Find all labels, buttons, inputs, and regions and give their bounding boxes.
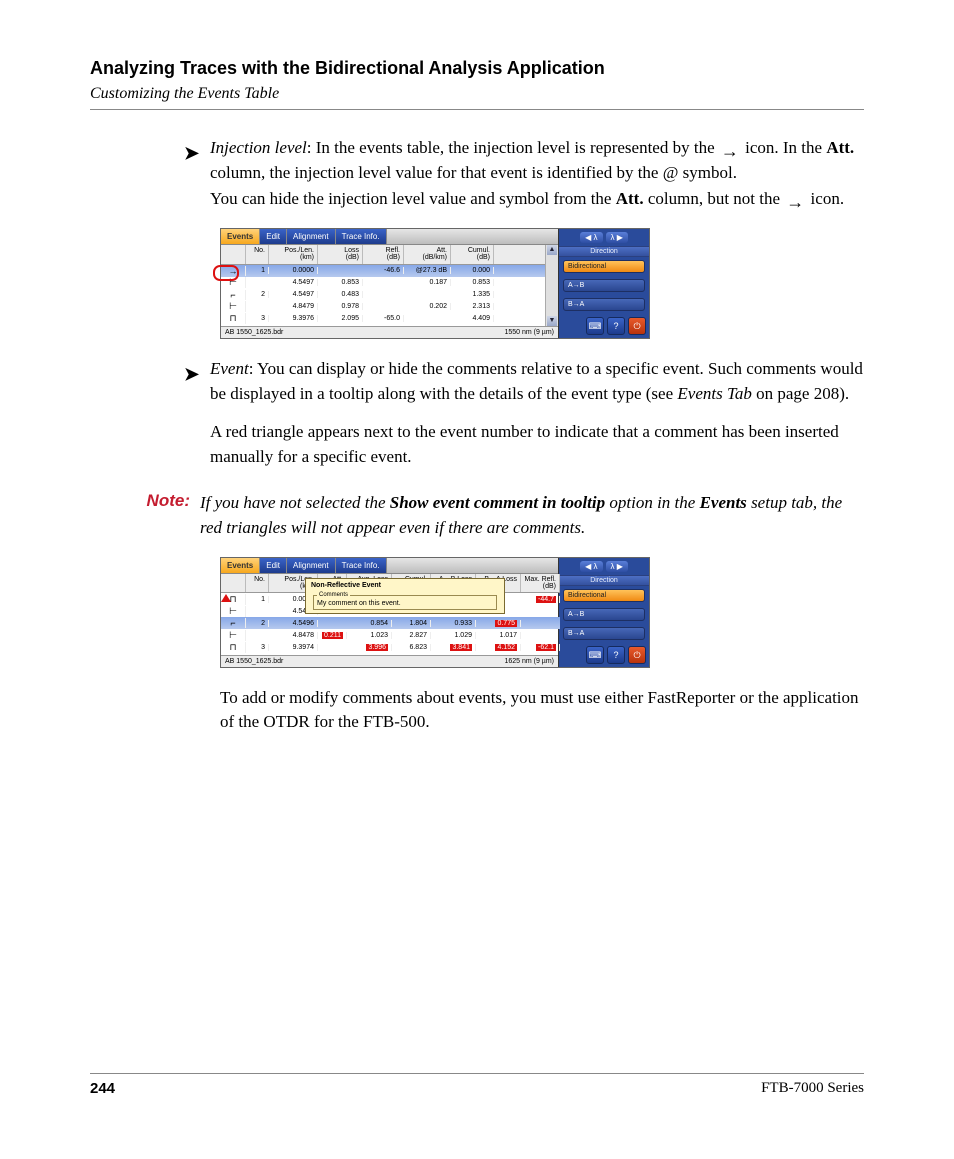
side-panel: ◀ λ λ ▶ Direction Bidirectional A→B B→A … [558, 229, 649, 338]
tabs-bar: Events Edit Alignment Trace Info. [221, 558, 558, 574]
direction-label: Direction [559, 575, 649, 586]
direction-bidirectional-button[interactable]: Bidirectional [563, 260, 645, 273]
bullet-icon: ➤ [184, 361, 199, 387]
tab-alignment[interactable]: Alignment [287, 229, 336, 244]
term-event: Event [210, 359, 249, 378]
table-row[interactable]: →10.0000-46.6@27.3 dB0.000 [221, 265, 545, 277]
tab-trace-info[interactable]: Trace Info. [336, 229, 387, 244]
scroll-up-icon[interactable]: ▲ [547, 245, 557, 255]
scroll-down-icon[interactable]: ▼ [547, 316, 557, 326]
event-type-icon: ⊢ [221, 277, 246, 288]
tab-trace-info[interactable]: Trace Info. [336, 558, 387, 573]
help-icon[interactable]: ? [607, 317, 625, 335]
table-row[interactable]: ⊓39.39743.9966.8233.8414.152-62.1 [221, 641, 560, 653]
direction-ab-button[interactable]: A→B [563, 608, 645, 621]
event-type-icon: ⊢ [221, 301, 246, 312]
term-injection: Injection level [210, 138, 307, 157]
event-type-icon: ⊢ [221, 606, 246, 617]
bullet-injection: ➤ Injection level: In the events table, … [210, 136, 864, 212]
status-bar: AB 1550_1625.bdr 1625 nm (9 µm) [221, 655, 558, 667]
header-rule [90, 109, 864, 110]
lambda-next-button[interactable]: λ ▶ [606, 232, 628, 243]
keyboard-icon[interactable]: ⌨ [586, 317, 604, 335]
page-number: 244 [90, 1080, 115, 1097]
product-series: FTB-7000 Series [761, 1080, 864, 1097]
event-type-icon: ⊢ [221, 630, 246, 641]
note-label: Note: [90, 491, 200, 540]
event-type-icon: → [221, 266, 246, 276]
screenshot-events-comment: Events Edit Alignment Trace Info. No. Po… [220, 557, 650, 668]
table-row[interactable]: ⊢4.54970.8530.1870.853 [221, 277, 545, 289]
direction-label: Direction [559, 246, 649, 257]
power-icon[interactable]: ⏻ [628, 646, 646, 664]
tab-events[interactable]: Events [221, 558, 260, 573]
table-row[interactable]: ⊓39.39762.095-65.04.409 [221, 313, 545, 325]
side-panel: ◀ λ λ ▶ Direction Bidirectional A→B B→A … [558, 558, 649, 667]
events-table-body: →10.0000-46.6@27.3 dB0.000⊢4.54970.8530.… [221, 265, 545, 326]
event-type-icon: ⌐ [221, 290, 246, 300]
scrollbar[interactable]: ▲ ▼ [545, 245, 558, 326]
bullet-event: ➤ Event: You can display or hide the com… [210, 357, 864, 470]
lambda-next-button[interactable]: λ ▶ [606, 561, 628, 572]
trailing-paragraph: To add or modify comments about events, … [220, 686, 864, 735]
direction-ab-button[interactable]: A→B [563, 279, 645, 292]
event-type-icon: ⊓ [221, 642, 246, 653]
event-tooltip: Non-Reflective Event Comments My comment… [305, 578, 505, 614]
page-footer: 244 FTB-7000 Series [90, 1073, 864, 1097]
arrow-icon: → [721, 142, 739, 160]
tabs-bar: Events Edit Alignment Trace Info. [221, 229, 558, 245]
lambda-prev-button[interactable]: ◀ λ [580, 561, 602, 572]
arrow-icon: → [786, 193, 804, 211]
table-row[interactable]: ⌐24.54970.4831.335 [221, 289, 545, 301]
table-row[interactable]: ⊢4.84790.9780.2022.313 [221, 301, 545, 313]
events-table-header: No. Pos./Len. (km) Loss (dB) Refl. (dB) … [221, 245, 545, 265]
event-type-icon: ⊓ [221, 313, 246, 324]
table-row[interactable]: ⌐24.54960.8541.8040.9330.775 [221, 617, 560, 629]
tab-edit[interactable]: Edit [260, 229, 287, 244]
lambda-prev-button[interactable]: ◀ λ [580, 232, 602, 243]
direction-ba-button[interactable]: B→A [563, 298, 645, 311]
tab-events[interactable]: Events [221, 229, 260, 244]
tab-alignment[interactable]: Alignment [287, 558, 336, 573]
chapter-title: Analyzing Traces with the Bidirectional … [90, 58, 864, 79]
note-block: Note: If you have not selected the Show … [90, 491, 864, 540]
tab-edit[interactable]: Edit [260, 558, 287, 573]
events-table-body: Non-Reflective Event Comments My comment… [221, 593, 560, 654]
comment-triangle-icon [221, 594, 231, 602]
direction-ba-button[interactable]: B→A [563, 627, 645, 640]
keyboard-icon[interactable]: ⌨ [586, 646, 604, 664]
help-icon[interactable]: ? [607, 646, 625, 664]
bullet-icon: ➤ [184, 140, 199, 166]
status-bar: AB 1550_1625.bdr 1550 nm (9 µm) [221, 326, 558, 338]
section-title: Customizing the Events Table [90, 85, 864, 103]
direction-bidirectional-button[interactable]: Bidirectional [563, 589, 645, 602]
power-icon[interactable]: ⏻ [628, 317, 646, 335]
screenshot-events-injection: Events Edit Alignment Trace Info. No. Po… [220, 228, 650, 339]
event-type-icon: ⌐ [221, 618, 246, 628]
table-row[interactable]: ⊢4.84780.2111.0232.8271.0291.017 [221, 629, 560, 641]
